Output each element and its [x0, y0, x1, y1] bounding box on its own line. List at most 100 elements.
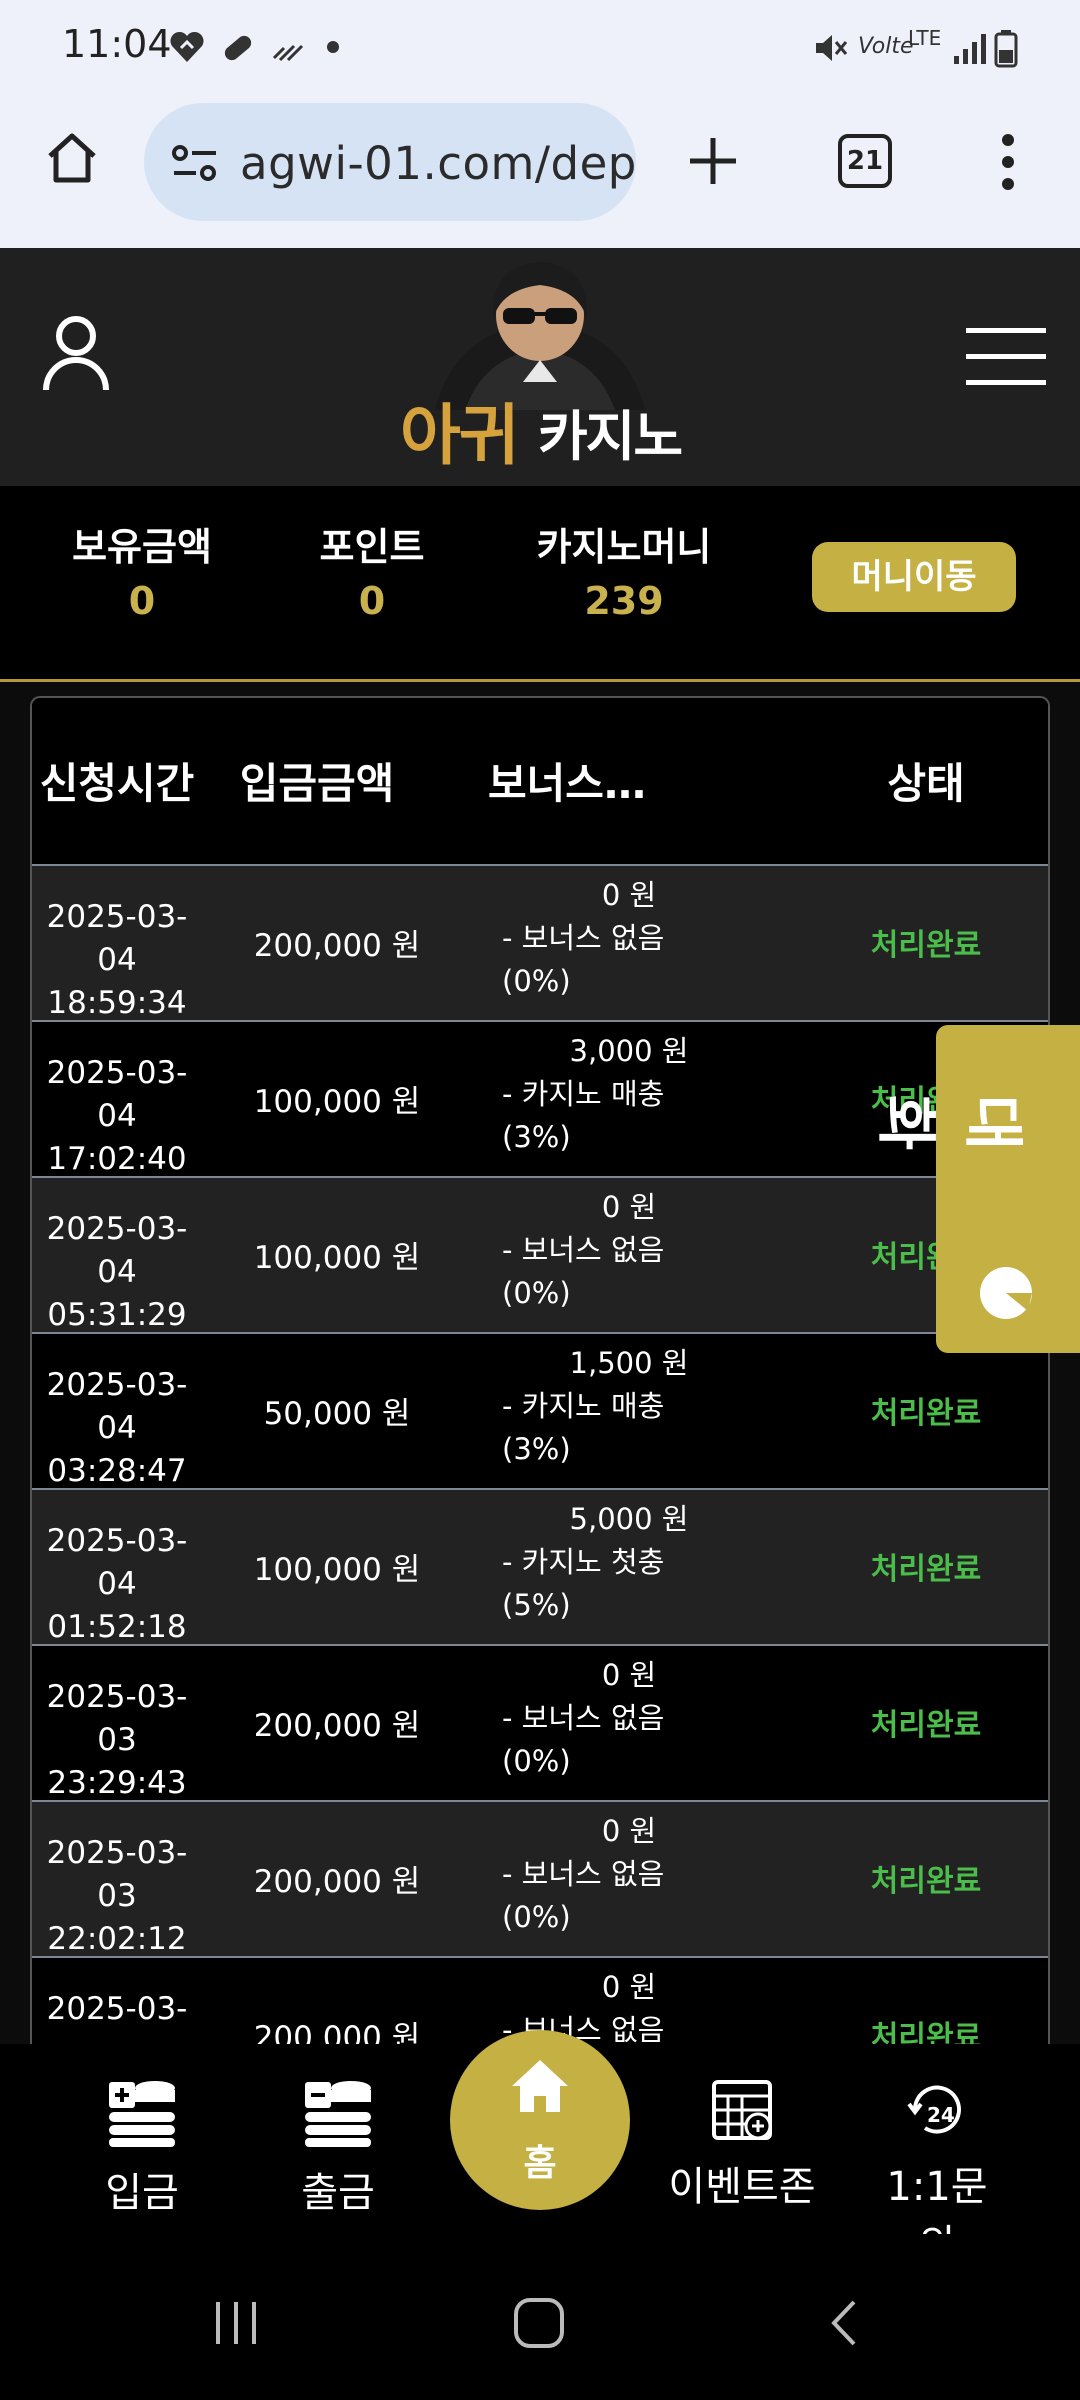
header-request-time: 신청시간 [39, 759, 195, 808]
request-time-cell: 2025-03- 04 05:31:29 [32, 1208, 202, 1337]
nav-event-zone[interactable]: 이벤트존 [662, 2078, 822, 2212]
bonus-cell: 3,000 원 - 카지노 매충 (3%) [502, 1030, 802, 1159]
logo-text-white: 카지노 [538, 405, 683, 468]
nav-withdraw[interactable]: 출금 [288, 2078, 388, 2218]
bonus-percent: (3%) [502, 1432, 571, 1466]
table-row[interactable]: 2025-03- 03 22:02:12 200,000 원 0 원 - 보너스 없… [32, 1802, 1048, 1958]
table-row[interactable]: 2025-03- 04 05:31:29 100,000 원 0 원 - 보너스 없… [32, 1178, 1048, 1334]
bonus-percent: (3%) [502, 1120, 571, 1154]
status-cell: 처리완료 [870, 1396, 982, 1431]
amount-cell: 200,000 원 [253, 928, 421, 964]
user-icon[interactable] [40, 314, 112, 394]
point-label: 포인트 [319, 525, 425, 569]
recent-apps-icon[interactable] [212, 2300, 260, 2346]
point-value: 0 [358, 579, 386, 623]
time-text: 04 01:52:18 [47, 1566, 187, 1645]
bonus-amount: 1,500 원 [569, 1346, 689, 1380]
amount-cell: 200,000 원 [253, 1864, 421, 1900]
more-options-icon[interactable] [992, 132, 1024, 192]
nav-deposit[interactable]: 입금 [92, 2078, 192, 2218]
table-row[interactable]: 2025-03- 04 03:28:47 50,000 원 1,500 원 - 카지… [32, 1334, 1048, 1490]
balance-summary: 보유금액 0 포인트 0 카지노머니 239 머니이동 [0, 486, 1080, 682]
casino-money-value: 239 [584, 579, 664, 623]
amount-cell: 100,000 원 [253, 1552, 421, 1588]
bonus-cell: 1,500 원 - 카지노 매충 (3%) [502, 1342, 802, 1471]
table-row[interactable]: 2025-03- 04 18:59:34 200,000 원 0 원 - 보너스 없… [32, 866, 1048, 1022]
amount-cell: 100,000 원 [253, 1240, 421, 1276]
header-status: 상태 [887, 759, 965, 808]
request-time-cell: 2025-03- 04 18:59:34 [32, 896, 202, 1025]
request-time-cell: 2025-03- 04 01:52:18 [32, 1520, 202, 1649]
table-row[interactable]: 2025-03- 04 01:52:18 100,000 원 5,000 원 - 카… [32, 1490, 1048, 1646]
bonus-cell: 0 원 - 보너스 없음 (0%) [502, 1654, 802, 1783]
bonus-percent: (5%) [502, 1588, 571, 1622]
table-header: 신청시간 입금금액 보너스… 상태 [32, 698, 1048, 866]
time-text: 04 18:59:34 [47, 942, 187, 1021]
bonus-amount: 3,000 원 [569, 1034, 689, 1068]
holding-amount: 보유금액 0 [62, 516, 222, 623]
bonus-percent: (0%) [502, 1900, 571, 1934]
signal-lines-icon [272, 44, 304, 62]
hamburger-menu-icon[interactable] [966, 326, 1046, 388]
lte-icon: LTE [908, 26, 942, 50]
bonus-type: - 카지노 첫충 [502, 1545, 665, 1579]
svg-text:24: 24 [927, 2103, 955, 2127]
nav-withdraw-label: 출금 [301, 2170, 375, 2216]
amount-cell: 200,000 원 [253, 1708, 421, 1744]
bonus-amount: 0 원 [601, 1814, 657, 1848]
bonus-percent: (0%) [502, 964, 571, 998]
chat-floating-button[interactable]: 대화 [870, 1025, 1080, 1353]
time-text: 03 23:29:43 [47, 1722, 187, 1801]
time-text: 04 05:31:29 [47, 1254, 187, 1333]
bonus-percent: (0%) [502, 1744, 571, 1778]
status-cell: 처리완료 [870, 1864, 982, 1899]
nav-event-label: 이벤트존 [668, 2164, 816, 2210]
nav-home-button[interactable]: 홈 [450, 2030, 630, 2210]
back-icon[interactable] [826, 2298, 860, 2348]
nav-deposit-label: 입금 [105, 2170, 179, 2216]
header-bonus: 보너스… [488, 759, 646, 808]
site-settings-icon[interactable] [170, 143, 220, 183]
status-bar: 11:04 Volte LTE [0, 0, 1080, 100]
clock: 11:04 [62, 22, 172, 66]
request-time-cell: 2025-03- 03 22:02:12 [32, 1832, 202, 1961]
bonus-amount: 0 원 [601, 1658, 657, 1692]
tab-switcher-button[interactable]: 21 [838, 134, 892, 188]
bonus-type: - 보너스 없음 [502, 1857, 665, 1891]
date-text: 2025-03- [46, 1991, 188, 2027]
request-time-cell: 2025-03- 04 17:02:40 [32, 1052, 202, 1181]
home-system-icon[interactable] [512, 2296, 566, 2350]
request-time-cell: 2025-03- 03 23:29:43 [32, 1676, 202, 1805]
amount-cell: 50,000 원 [263, 1396, 411, 1432]
money-transfer-button[interactable]: 머니이동 [812, 542, 1016, 612]
home-icon[interactable] [44, 130, 100, 186]
casino-money: 카지노머니 239 [514, 516, 734, 623]
deposit-history-table: 신청시간 입금금액 보너스… 상태 2025-03- 04 18:59:34 20… [30, 696, 1050, 2044]
home-icon [512, 2060, 568, 2112]
bonus-amount: 5,000 원 [569, 1502, 689, 1536]
support-24-icon: 24 [907, 2085, 961, 2134]
bonus-amount: 0 원 [601, 1970, 657, 2004]
bonus-type: - 카지노 매충 [502, 1389, 665, 1423]
holding-value: 0 [128, 579, 156, 623]
address-bar[interactable]: agwi-01.com/dep [144, 103, 636, 221]
date-text: 2025-03- [46, 1055, 188, 1091]
date-text: 2025-03- [46, 1523, 188, 1559]
time-text: 04 17:02:40 [47, 1098, 187, 1177]
bonus-amount: 0 원 [601, 878, 657, 912]
url-text[interactable]: agwi-01.com/dep [240, 137, 636, 190]
chat-label: 대화 [870, 1095, 1027, 1151]
status-cell: 처리완료 [870, 1552, 982, 1587]
bottom-navigation: 입금 출금 홈 이벤트존 24 1:1문의 [0, 2030, 1080, 2268]
table-row[interactable]: 2025-03- 03 23:29:43 200,000 원 0 원 - 보너스 없… [32, 1646, 1048, 1802]
new-tab-icon[interactable] [686, 134, 740, 188]
battery-icon [994, 30, 1018, 68]
bonus-amount: 0 원 [601, 1190, 657, 1224]
browser-toolbar: agwi-01.com/dep 21 [0, 100, 1080, 248]
date-text: 2025-03- [46, 1211, 188, 1247]
dot-icon [327, 41, 339, 53]
system-navigation-bar [0, 2234, 1080, 2400]
amount-cell: 100,000 원 [253, 1084, 421, 1120]
bonus-cell: 0 원 - 보너스 없음 (0%) [502, 1186, 802, 1315]
bonus-cell: 5,000 원 - 카지노 첫충 (5%) [502, 1498, 802, 1627]
